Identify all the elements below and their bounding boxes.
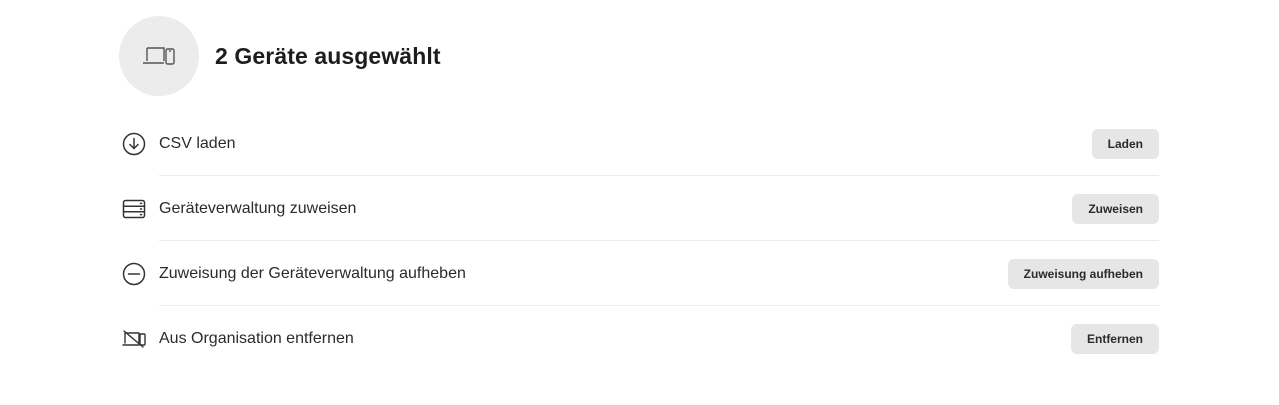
- action-list: CSV laden Laden Geräteverwaltung zuweise…: [119, 111, 1159, 371]
- action-label: Geräteverwaltung zuweisen: [159, 199, 357, 217]
- action-label: CSV laden: [159, 134, 236, 152]
- action-row-csv: CSV laden Laden: [119, 111, 1159, 176]
- panel-header: 2 Geräte ausgewählt: [119, 16, 1159, 96]
- minus-circle-icon: [121, 261, 147, 287]
- server-stack-icon: [121, 196, 147, 222]
- devices-icon: [143, 47, 175, 65]
- action-row-assign: Geräteverwaltung zuweisen Zuweisen: [119, 176, 1159, 241]
- page-title: 2 Geräte ausgewählt: [215, 42, 441, 69]
- load-csv-button[interactable]: Laden: [1091, 128, 1159, 159]
- unassign-button[interactable]: Zuweisung aufheben: [1007, 258, 1159, 289]
- action-label: Aus Organisation entfernen: [159, 329, 354, 347]
- action-row-remove: Aus Organisation entfernen Entfernen: [119, 306, 1159, 371]
- avatar: [119, 16, 199, 96]
- remove-button[interactable]: Entfernen: [1070, 323, 1159, 354]
- action-label: Zuweisung der Geräteverwaltung aufheben: [159, 264, 466, 282]
- devices-remove-icon: [121, 326, 147, 352]
- action-row-unassign: Zuweisung der Geräteverwaltung aufheben …: [119, 241, 1159, 306]
- download-circle-icon: [121, 131, 147, 157]
- selection-panel: 2 Geräte ausgewählt CSV laden Laden Gerä…: [119, 16, 1159, 371]
- assign-button[interactable]: Zuweisen: [1072, 193, 1159, 224]
